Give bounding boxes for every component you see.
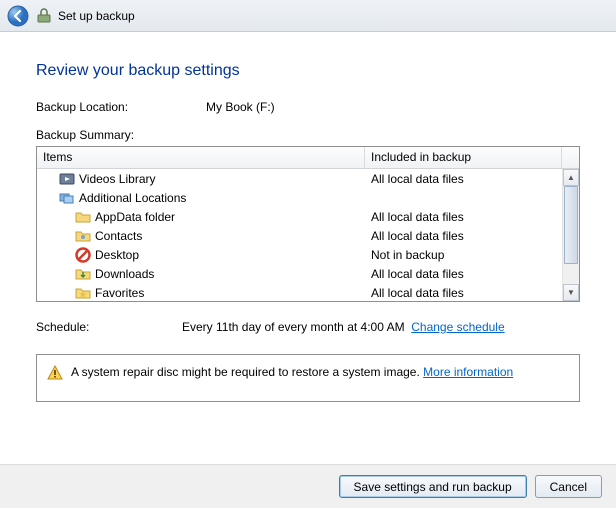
item-name: Favorites [95,286,144,300]
warning-text-container: A system repair disc might be required t… [71,365,513,379]
contacts-icon [75,228,91,244]
schedule-value: Every 11th day of every month at 4:00 AM… [182,320,505,334]
schedule-row: Schedule: Every 11th day of every month … [36,320,580,334]
warning-box: A system repair disc might be required t… [36,354,580,402]
list-item[interactable]: Downloads All local data files [37,264,562,283]
change-schedule-link[interactable]: Change schedule [411,320,504,334]
warning-text: A system repair disc might be required t… [71,365,420,379]
folder-icon [75,209,91,225]
schedule-text: Every 11th day of every month at 4:00 AM [182,320,405,334]
backup-summary-label: Backup Summary: [36,128,580,142]
backup-location-row: Backup Location: My Book (F:) [36,100,580,114]
scrollbar[interactable]: ▲ ▼ [562,169,579,301]
item-name: Downloads [95,267,154,281]
item-included: All local data files [365,229,562,243]
back-button[interactable] [6,4,30,28]
item-included: All local data files [365,267,562,281]
backup-app-icon [36,8,52,24]
column-spacer [562,147,579,168]
scroll-track[interactable] [563,186,579,284]
scroll-up-button[interactable]: ▲ [563,169,579,186]
page-heading: Review your backup settings [36,62,580,80]
scroll-down-button[interactable]: ▼ [563,284,579,301]
warning-icon [47,365,63,381]
list-item[interactable]: AppData folder All local data files [37,207,562,226]
save-settings-button[interactable]: Save settings and run backup [339,475,527,498]
downloads-icon [75,266,91,282]
item-name: Videos Library [79,172,156,186]
item-name: Desktop [95,248,139,262]
backup-location-value: My Book (F:) [206,100,275,114]
list-item[interactable]: Contacts All local data files [37,226,562,245]
list-item[interactable]: Favorites All local data files [37,283,562,301]
cancel-button[interactable]: Cancel [535,475,602,498]
list-item[interactable]: Additional Locations [37,188,562,207]
backup-summary-list: Items Included in backup Videos Library … [36,146,580,302]
item-name: AppData folder [95,210,175,224]
column-included[interactable]: Included in backup [365,147,562,168]
item-name: Additional Locations [79,191,186,205]
blocked-icon [75,247,91,263]
button-bar: Save settings and run backup Cancel [0,464,616,508]
content-area: Review your backup settings Backup Locat… [0,32,616,402]
schedule-label: Schedule: [36,320,182,334]
item-included: All local data files [365,286,562,300]
list-item[interactable]: Desktop Not in backup [37,245,562,264]
folder-group-icon [59,190,75,206]
column-items[interactable]: Items [37,147,365,168]
list-body: Videos Library All local data files Addi… [37,169,562,301]
item-included: All local data files [365,172,562,186]
list-item[interactable]: Videos Library All local data files [37,169,562,188]
window-title: Set up backup [58,9,135,23]
videos-library-icon [59,171,75,187]
item-name: Contacts [95,229,142,243]
scroll-thumb[interactable] [564,186,578,264]
favorites-icon [75,285,91,301]
list-header: Items Included in backup [37,147,579,169]
item-included: All local data files [365,210,562,224]
titlebar: Set up backup [0,0,616,32]
more-information-link[interactable]: More information [423,365,513,379]
backup-location-label: Backup Location: [36,100,206,114]
item-included: Not in backup [365,248,562,262]
